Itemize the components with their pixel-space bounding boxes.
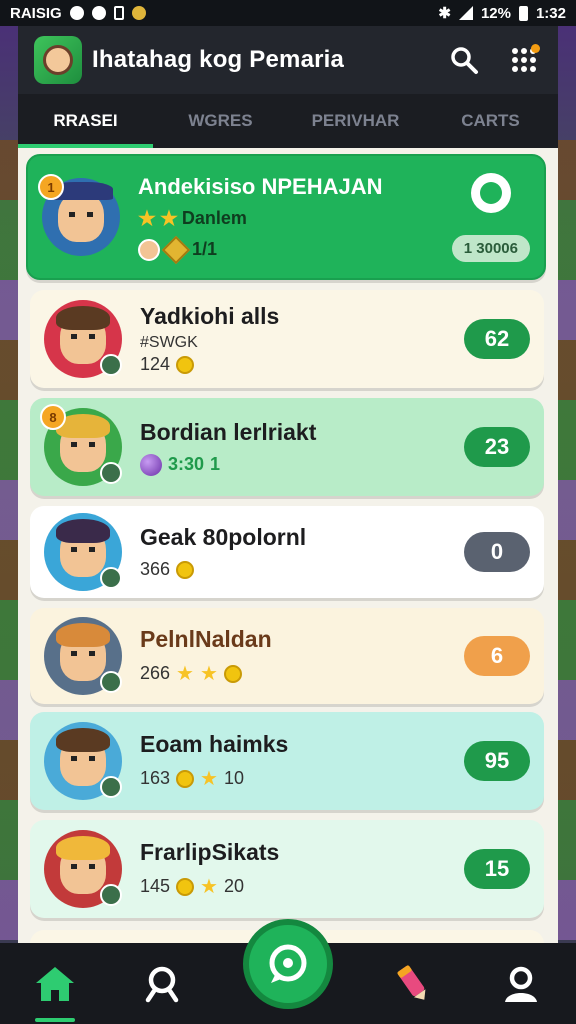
leaf-icon <box>479 181 502 204</box>
avatar <box>44 300 122 378</box>
orb-icon <box>140 453 162 476</box>
avatar <box>44 830 122 908</box>
badge-icon <box>100 567 122 589</box>
avatar <box>44 722 122 800</box>
player-stat: 163 <box>140 768 171 788</box>
badge-icon <box>100 462 122 484</box>
rank-badge: 8 <box>40 404 66 430</box>
nav-profile[interactable] <box>491 954 551 1014</box>
search-icon <box>451 47 478 74</box>
badge-icon <box>100 884 122 906</box>
star-icon: ★ <box>200 876 218 898</box>
search-icon <box>145 966 179 1002</box>
status-carrier-text: RAISIG <box>10 4 62 22</box>
player-name: Yadkiohi alls <box>140 303 280 329</box>
list-item[interactable]: PelnlNaldan 266 ★ ★ 6 <box>30 608 544 704</box>
badge-icon <box>100 776 122 798</box>
coin-icon <box>176 560 195 579</box>
gem-icon <box>161 235 191 264</box>
star-icon: ★ <box>138 207 156 230</box>
center-action-button[interactable] <box>242 918 333 1009</box>
score-badge: 15 <box>464 849 530 889</box>
player-name: Eoam haimks <box>140 731 289 757</box>
player-stat-secondary: 1 <box>210 454 221 474</box>
notification-dot <box>531 44 540 53</box>
badge-icon <box>100 354 122 376</box>
app-bar: Ihatahag kog Pemaria <box>18 26 558 94</box>
friend-icon <box>138 238 160 261</box>
sim-icon <box>113 6 124 20</box>
tab-perivhar[interactable]: PERIVHAR <box>288 94 423 148</box>
star-icon: ★ <box>199 663 218 685</box>
avatar <box>44 513 122 591</box>
chat-fab-icon <box>269 944 307 983</box>
featured-action-button[interactable] <box>470 172 511 213</box>
battery-percent: 12% <box>480 4 511 22</box>
battery-icon <box>518 5 528 21</box>
avatar: 8 <box>40 404 122 486</box>
star-icon: ★ <box>176 663 194 685</box>
avatar <box>44 617 122 695</box>
profile-icon <box>505 966 538 1002</box>
tab-carts[interactable]: CARTS <box>423 94 558 148</box>
tab-rrasei[interactable]: RRASEI <box>18 94 153 148</box>
pencil-icon <box>397 964 426 1000</box>
message-icon <box>91 6 106 20</box>
player-name: Bordian lerlriakt <box>140 418 317 445</box>
player-stat: 3:30 <box>168 454 205 474</box>
player-name: PelnlNaldan <box>140 626 272 652</box>
player-stat-secondary: 10 <box>223 768 245 788</box>
app-notification-icon <box>131 6 146 20</box>
score-badge: 95 <box>464 741 530 781</box>
featured-player-card[interactable]: 1 Andekisiso NPEHAJAN ★ ★ Danlem 1/1 1 3… <box>26 154 546 280</box>
tab-bar: RRASEI WGRES PERIVHAR CARTS <box>18 94 558 148</box>
featured-player-score: 1 30006 <box>451 234 530 262</box>
coin-icon <box>176 769 195 788</box>
list-item[interactable]: Eoam haimks 163 ★ 10 95 <box>30 712 544 810</box>
player-stat: 145 <box>140 876 171 896</box>
bluetooth-icon: ✱ <box>438 5 451 22</box>
menu-grid-button[interactable] <box>506 42 542 78</box>
list-item[interactable]: 8 Bordian lerlriakt 3:30 1 23 <box>30 398 544 496</box>
featured-player-stat: 1/1 <box>192 239 218 259</box>
app-logo-icon <box>34 36 82 84</box>
player-name: FrarlipSikats <box>140 839 280 865</box>
nav-home[interactable] <box>25 954 85 1022</box>
star-icon: ★ <box>159 207 178 230</box>
signal-icon <box>458 6 473 20</box>
bottom-navigation <box>0 918 576 1024</box>
nav-edit[interactable] <box>382 954 442 1014</box>
player-stat: 266 <box>140 663 171 683</box>
score-badge: 0 <box>464 532 530 572</box>
coin-icon <box>176 355 195 374</box>
score-badge: 6 <box>464 636 530 676</box>
score-badge: 23 <box>464 427 530 467</box>
player-stat-secondary: 20 <box>223 876 245 896</box>
nav-search[interactable] <box>134 954 194 1014</box>
player-stat: 124 <box>140 354 171 374</box>
coin-icon <box>223 664 242 683</box>
clock: 1:32 <box>535 4 566 22</box>
avatar: 1 <box>38 174 120 256</box>
badge-icon <box>100 671 122 693</box>
player-handle: #SWGK <box>140 334 198 351</box>
rank-badge: 1 <box>38 174 64 200</box>
featured-player-name: Andekisiso NPEHAJAN <box>138 173 383 199</box>
list-item[interactable]: Geak 80polornl 366 0 <box>30 506 544 598</box>
home-icon <box>35 966 74 1001</box>
score-badge: 62 <box>464 319 530 359</box>
tab-wgres[interactable]: WGRES <box>153 94 288 148</box>
featured-player-tag: Danlem <box>181 207 247 228</box>
list-item[interactable]: FrarlipSikats 145 ★ 20 15 <box>30 820 544 918</box>
notification-icon <box>69 6 84 20</box>
player-name: Geak 80polornl <box>140 524 307 550</box>
search-button[interactable] <box>446 42 482 78</box>
app-title: Ihatahag kog Pemaria <box>92 46 345 73</box>
star-icon: ★ <box>200 768 218 790</box>
coin-icon <box>176 877 195 896</box>
player-stat: 366 <box>140 559 171 579</box>
leaderboard-list: 1 Andekisiso NPEHAJAN ★ ★ Danlem 1/1 1 3… <box>18 148 558 943</box>
status-bar: RAISIG ✱ 12% 1:32 <box>0 0 576 26</box>
list-item[interactable]: Yadkiohi alls #SWGK 124 62 <box>30 290 544 388</box>
